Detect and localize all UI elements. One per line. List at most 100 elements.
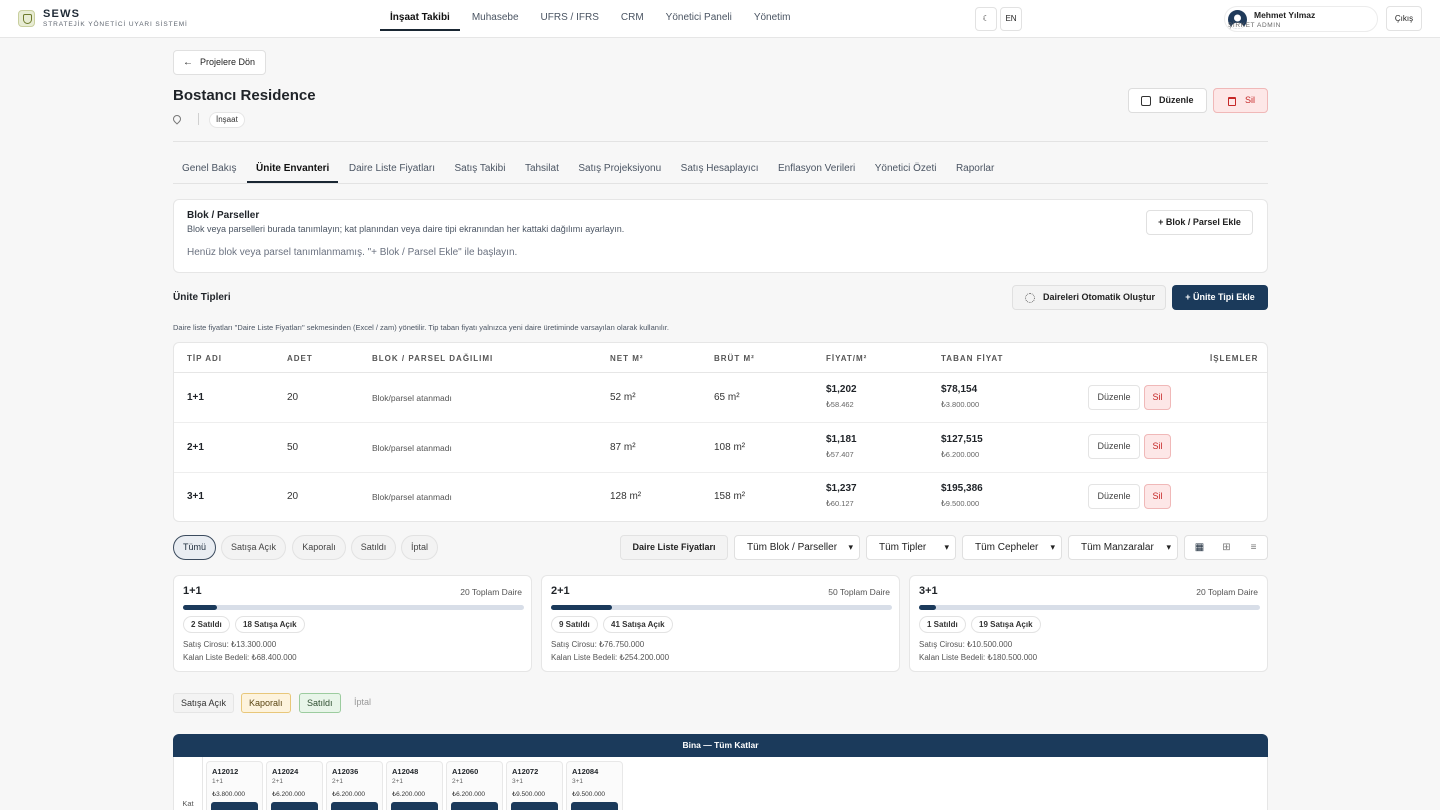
row-gross: 108 m²: [714, 442, 746, 453]
row-edit-button[interactable]: Düzenle: [1088, 484, 1140, 509]
tab-daire-liste-fiyatlari[interactable]: Daire Liste Fiyatları: [340, 155, 444, 183]
filter-cancelled[interactable]: İptal: [401, 535, 438, 560]
summary-type: 3+1: [919, 585, 938, 597]
unit-cell[interactable]: A12048 2+1 ₺6.200.000: [386, 761, 443, 810]
tab-tahsilat[interactable]: Tahsilat: [516, 155, 568, 183]
sold-chip: 2 Satıldı: [183, 616, 230, 633]
row-gross: 65 m²: [714, 392, 740, 403]
unit-action-button[interactable]: [271, 802, 318, 810]
unit-type: 2+1: [392, 778, 404, 785]
blocks-description: Blok veya parselleri burada tanımlayın; …: [187, 224, 625, 234]
language-button[interactable]: EN: [1000, 7, 1022, 31]
sold-progress-fill: [919, 605, 937, 610]
row-edit-button[interactable]: Düzenle: [1088, 434, 1140, 459]
unit-cell[interactable]: A12036 2+1 ₺6.200.000: [326, 761, 383, 810]
user-menu[interactable]: Mehmet Yılmaz ŞİRKET ADMIN: [1224, 6, 1378, 32]
sold-chip: 9 Satıldı: [551, 616, 598, 633]
unit-cell[interactable]: A12072 3+1 ₺9.500.000: [506, 761, 563, 810]
col-net: NET M²: [610, 354, 644, 363]
back-to-projects-button[interactable]: ← Projelere Dön: [173, 50, 266, 75]
unit-code: A12036: [332, 767, 359, 776]
unit-action-button[interactable]: [391, 802, 438, 810]
row-net: 128 m²: [610, 491, 642, 502]
unit-price: ₺9.500.000: [512, 791, 546, 798]
unit-types-title: Ünite Tipleri: [173, 292, 231, 303]
sold-progress-bar: [551, 605, 892, 610]
tiles-view-icon[interactable]: ⊞: [1213, 536, 1240, 559]
edit-label: Düzenle: [1159, 95, 1194, 105]
trash-icon: [1228, 97, 1236, 106]
tab-yonetici-ozeti[interactable]: Yönetici Özeti: [866, 155, 946, 183]
logo-icon: [18, 10, 35, 27]
summary-remaining: Kalan Liste Bedeli: ₺68.400.000: [183, 653, 297, 662]
project-tabs: Genel Bakış Ünite Envanteri Daire Liste …: [173, 155, 1268, 184]
row-delete-button[interactable]: Sil: [1144, 484, 1171, 509]
summary-remaining: Kalan Liste Bedeli: ₺180.500.000: [919, 653, 1038, 662]
unit-action-button[interactable]: [511, 802, 558, 810]
type-select-value: Tüm Tipler: [879, 542, 927, 553]
chevron-down-icon: ▾: [1166, 542, 1171, 552]
delete-project-button[interactable]: Sil: [1213, 88, 1268, 113]
edit-icon: [1141, 96, 1151, 106]
brand-subtitle: STRATEJİK YÖNETİCİ UYARI SİSTEMİ: [43, 21, 188, 28]
row-delete-button[interactable]: Sil: [1144, 434, 1171, 459]
unit-cell[interactable]: A12012 1+1 ₺3.800.000: [206, 761, 263, 810]
nav-insaat-takibi[interactable]: İnşaat Takibi: [380, 0, 460, 31]
tab-raporlar[interactable]: Raporlar: [947, 155, 1003, 183]
summary-revenue: Satış Cirosu: ₺10.500.000: [919, 640, 1013, 649]
row-base-try: ₺3.800.000: [941, 400, 980, 409]
view-select[interactable]: Tüm Manzaralar ▾: [1068, 535, 1178, 560]
tab-satis-hesaplayici[interactable]: Satış Hesaplayıcı: [672, 155, 768, 183]
nav-yonetici-paneli[interactable]: Yönetici Paneli: [656, 0, 742, 31]
row-type: 3+1: [187, 491, 204, 502]
nav-yonetim[interactable]: Yönetim: [744, 0, 801, 31]
nav-ufrs-ifrs[interactable]: UFRS / IFRS: [531, 0, 609, 31]
list-view-icon[interactable]: ≡: [1240, 536, 1267, 559]
nav-crm[interactable]: CRM: [611, 0, 654, 31]
price-list-button[interactable]: Daire Liste Fiyatları: [620, 535, 728, 560]
row-net: 87 m²: [610, 442, 636, 453]
brand[interactable]: SEWS STRATEJİK YÖNETİCİ UYARI SİSTEMİ: [43, 9, 188, 29]
delete-label: Sil: [1245, 95, 1256, 105]
unit-code: A12024: [272, 767, 299, 776]
add-block-button[interactable]: + Blok / Parsel Ekle: [1146, 210, 1253, 235]
sold-progress-bar: [919, 605, 1260, 610]
facade-select[interactable]: Tüm Cepheler ▾: [962, 535, 1062, 560]
tab-enflasyon-verileri[interactable]: Enflasyon Verileri: [769, 155, 864, 183]
row-delete-button[interactable]: Sil: [1144, 385, 1171, 410]
unit-action-button[interactable]: [451, 802, 498, 810]
tab-satis-takibi[interactable]: Satış Takibi: [445, 155, 514, 183]
nav-muhasebe[interactable]: Muhasebe: [462, 0, 529, 31]
filter-deposit[interactable]: Kaporalı: [292, 535, 346, 560]
unit-cell[interactable]: A12024 2+1 ₺6.200.000: [266, 761, 323, 810]
unit-code: A12084: [572, 767, 599, 776]
legend-cancelled: İptal: [354, 697, 372, 707]
summary-revenue: Satış Cirosu: ₺76.750.000: [551, 640, 645, 649]
tab-satis-projeksiyonu[interactable]: Satış Projeksiyonu: [569, 155, 670, 183]
row-edit-button[interactable]: Düzenle: [1088, 385, 1140, 410]
tab-genel-bakis[interactable]: Genel Bakış: [173, 155, 245, 183]
filter-all[interactable]: Tümü: [173, 535, 216, 560]
unit-cell[interactable]: A12084 3+1 ₺9.500.000: [566, 761, 623, 810]
add-unit-type-button[interactable]: + Ünite Tipi Ekle: [1172, 285, 1268, 310]
edit-project-button[interactable]: Düzenle: [1128, 88, 1207, 113]
summary-revenue: Satış Cirosu: ₺13.300.000: [183, 640, 277, 649]
sold-progress-fill: [551, 605, 613, 610]
block-select[interactable]: Tüm Blok / Parseller ▾: [734, 535, 860, 560]
unit-action-button[interactable]: [571, 802, 618, 810]
table-header: TİP ADI ADET BLOK / PARSEL DAĞILIMI NET …: [174, 343, 1267, 373]
row-base-try: ₺9.500.000: [941, 499, 980, 508]
row-base: $195,386: [941, 483, 983, 494]
unit-cell[interactable]: A12060 2+1 ₺6.200.000: [446, 761, 503, 810]
type-select[interactable]: Tüm Tipler ▾: [866, 535, 956, 560]
auto-generate-button[interactable]: Daireleri Otomatik Oluştur: [1012, 285, 1166, 310]
grid-view-icon[interactable]: ▦: [1186, 536, 1213, 559]
unit-action-button[interactable]: [211, 802, 258, 810]
row-ppm: $1,237: [826, 483, 857, 494]
filter-open[interactable]: Satışa Açık: [221, 535, 286, 560]
theme-toggle-button[interactable]: ☾: [975, 7, 997, 31]
unit-action-button[interactable]: [331, 802, 378, 810]
logout-button[interactable]: Çıkış: [1386, 6, 1422, 31]
tab-unite-envanteri[interactable]: Ünite Envanteri: [246, 155, 339, 183]
filter-sold[interactable]: Satıldı: [351, 535, 396, 560]
